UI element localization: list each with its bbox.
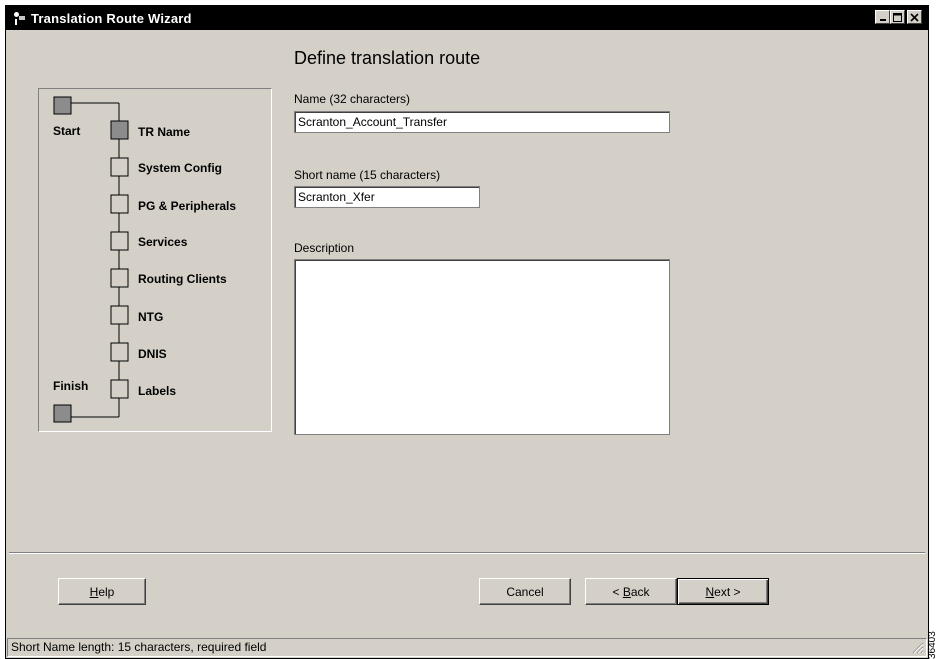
finish-marker [53,404,72,423]
step-item-tr-name: TR Name [138,125,191,139]
cancel-button-label: Cancel [506,584,544,599]
short-name-label: Short name (15 characters) [294,168,441,182]
step-item-services: Services [138,235,188,249]
next-button[interactable]: Next > [677,578,769,605]
step-box-labels [110,379,129,399]
description-field[interactable] [294,259,670,435]
wizard-steps-panel: Start Finish TR Name System Config PG & … [38,88,272,432]
start-marker [53,96,72,115]
step-box-services [110,231,129,251]
status-bar: Short Name length: 15 characters, requir… [7,638,927,657]
back-button[interactable]: < Back [585,578,677,605]
next-button-label: Next > [705,584,741,599]
step-box-pg-peripherals [110,194,129,214]
resize-grip-icon[interactable] [912,642,924,654]
page-title: Define translation route [294,48,481,68]
app-icon [12,11,26,25]
minimize-icon[interactable] [875,10,890,24]
step-box-system-config [110,157,129,177]
close-icon[interactable] [907,10,922,24]
short-name-field[interactable]: Scranton_Xfer [294,186,480,208]
step-box-dnis [110,342,129,362]
step-item-pg-peripherals: PG & Peripherals [138,199,237,213]
description-label: Description [294,241,355,255]
help-button[interactable]: Help [58,578,146,605]
step-box-routing-clients [110,268,129,288]
maximize-icon[interactable] [890,10,905,24]
step-start-label: Start [53,124,81,138]
name-label: Name (32 characters) [294,92,411,106]
step-item-routing-clients: Routing Clients [138,272,227,286]
title-bar[interactable]: Translation Route Wizard [6,6,928,30]
step-item-system-config: System Config [138,161,223,175]
cancel-button[interactable]: Cancel [479,578,571,605]
wizard-content: Define translation route Start Finish TR… [9,30,925,636]
window-title: Translation Route Wizard [31,10,192,26]
step-item-ntg: NTG [138,310,164,324]
step-finish-label: Finish [53,379,89,393]
step-box-ntg [110,305,129,325]
status-text: Short Name length: 15 characters, requir… [11,640,267,654]
name-field[interactable]: Scranton_Account_Transfer [294,111,670,133]
back-button-label: < Back [612,584,650,599]
wizard-window: Translation Route Wizard Define translat… [5,5,929,659]
step-item-dnis: DNIS [138,347,167,361]
step-box-tr-name [110,120,129,140]
step-item-labels: Labels [138,384,177,398]
figure-id: 36403 [927,631,938,659]
window-controls [875,10,922,24]
help-button-label: Help [89,584,115,599]
